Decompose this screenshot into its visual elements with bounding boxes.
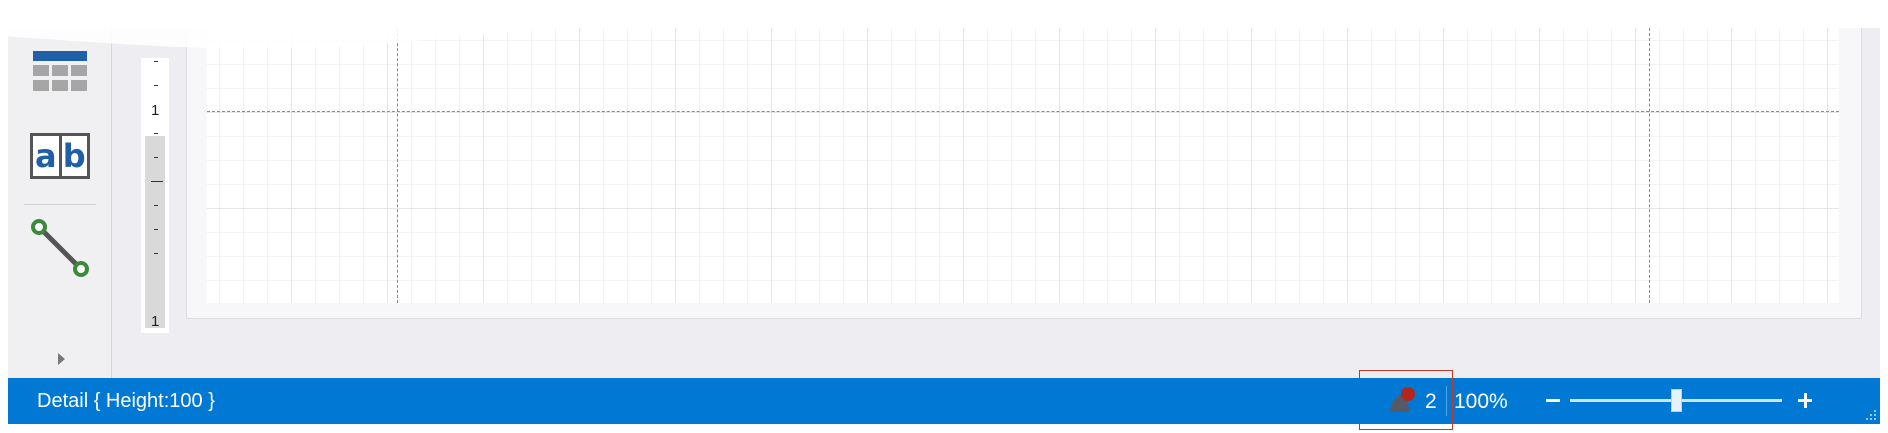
table-tool[interactable] — [26, 42, 94, 102]
status-bar: Detail { Height:100 } 2 100% — [8, 370, 1880, 430]
notification-count: 2 — [1425, 390, 1437, 413]
zoom-level: 100% — [1454, 390, 1508, 413]
ruler-tick — [154, 229, 158, 230]
table-icon — [33, 51, 87, 91]
report-designer-window: a b 1 1 — [8, 28, 1880, 424]
label-tool[interactable]: a b — [26, 126, 94, 186]
plus-icon[interactable] — [1794, 387, 1816, 413]
ruler-tick — [154, 157, 158, 158]
line-tool[interactable] — [26, 218, 94, 278]
ruler-mark-upper: 1 — [151, 102, 160, 119]
selection-status: Detail { Height:100 } — [37, 390, 215, 412]
notification-bell-icon — [1389, 387, 1415, 412]
line-icon — [31, 219, 89, 277]
ruler-tick — [154, 205, 158, 206]
resize-grip-icon[interactable] — [1862, 406, 1876, 420]
ruler-tick — [151, 181, 163, 182]
statusbar-separator — [1446, 386, 1447, 416]
toolbox-separator — [24, 204, 96, 205]
ruler-tick — [154, 253, 158, 254]
chevron-right-icon[interactable] — [58, 353, 65, 365]
minus-icon[interactable] — [1542, 387, 1564, 413]
left-margin-guide — [397, 28, 398, 303]
vertical-ruler: 1 1 — [141, 58, 169, 333]
ruler-mark-lower: 1 — [151, 313, 160, 330]
ruler-tick — [154, 133, 158, 134]
ruler-active-range — [145, 136, 165, 328]
label-glyph-b: b — [62, 137, 86, 175]
notifications-button[interactable]: 2 — [1359, 370, 1453, 430]
ruler-tick — [154, 61, 158, 62]
horizontal-guide-line — [207, 111, 1839, 112]
right-margin-guide — [1649, 28, 1650, 303]
toolbox-panel: a b — [8, 28, 112, 378]
label-glyph-a: a — [33, 136, 62, 176]
label-icon: a b — [30, 133, 90, 179]
design-surface[interactable] — [207, 28, 1839, 303]
ruler-tick — [154, 85, 158, 86]
zoom-slider-thumb[interactable] — [1671, 389, 1682, 412]
